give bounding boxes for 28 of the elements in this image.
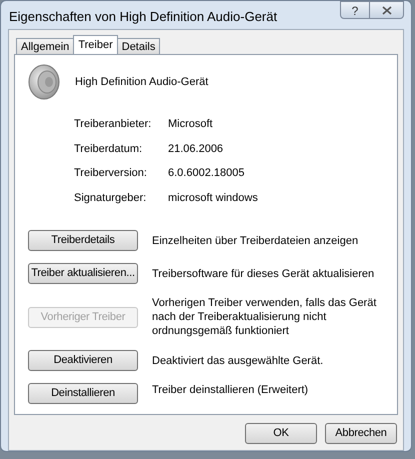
tab[interactable]: Details xyxy=(116,38,160,54)
device-name: High Definition Audio-Gerät xyxy=(75,74,208,90)
action-description: Treiber deinstallieren (Erweitert) xyxy=(152,383,310,397)
property-value: Microsoft xyxy=(168,117,214,132)
property-label: Treiberanbieter: xyxy=(74,117,152,132)
action-button[interactable]: Deaktivieren xyxy=(28,350,138,371)
dialog-button[interactable]: OK xyxy=(245,423,317,444)
property-value: 6.0.6002.18005 xyxy=(168,166,246,181)
property-value: 21.06.2006 xyxy=(168,142,224,156)
action-button[interactable]: Deinstallieren xyxy=(28,383,138,404)
action-description: Vorherigen Treiber verwenden, falls das Gerät nach der Treiberaktualisierung nicht ordnungsgemäß funktioniert xyxy=(152,296,378,338)
action-button[interactable]: Treiber aktualisieren... xyxy=(28,263,138,284)
property-label: Treiberversion: xyxy=(74,166,148,181)
action-description: Einzelheiten über Treiberdateien anzeigen xyxy=(152,234,360,248)
close-button[interactable] xyxy=(370,1,404,19)
action-description: Treibersoftware für dieses Gerät aktualisieren xyxy=(152,266,376,280)
property-label: Treiberdatum: xyxy=(74,142,144,156)
action-description: Deaktiviert das ausgewählte Gerät. xyxy=(152,354,324,368)
property-label: Signaturgeber: xyxy=(74,190,148,206)
action-button[interactable]: Treiberdetails xyxy=(28,230,138,251)
tab[interactable]: Treiber xyxy=(73,35,118,54)
speaker-icon xyxy=(28,64,60,100)
tab[interactable]: Allgemein xyxy=(16,38,74,54)
window-title: Eigenschaften von High Definition Audio-Gerät xyxy=(8,8,278,26)
dialog-button[interactable]: Abbrechen xyxy=(325,423,397,444)
property-value: microsoft windows xyxy=(168,190,259,206)
close-icon xyxy=(382,6,392,14)
help-button[interactable]: ? xyxy=(340,1,370,19)
